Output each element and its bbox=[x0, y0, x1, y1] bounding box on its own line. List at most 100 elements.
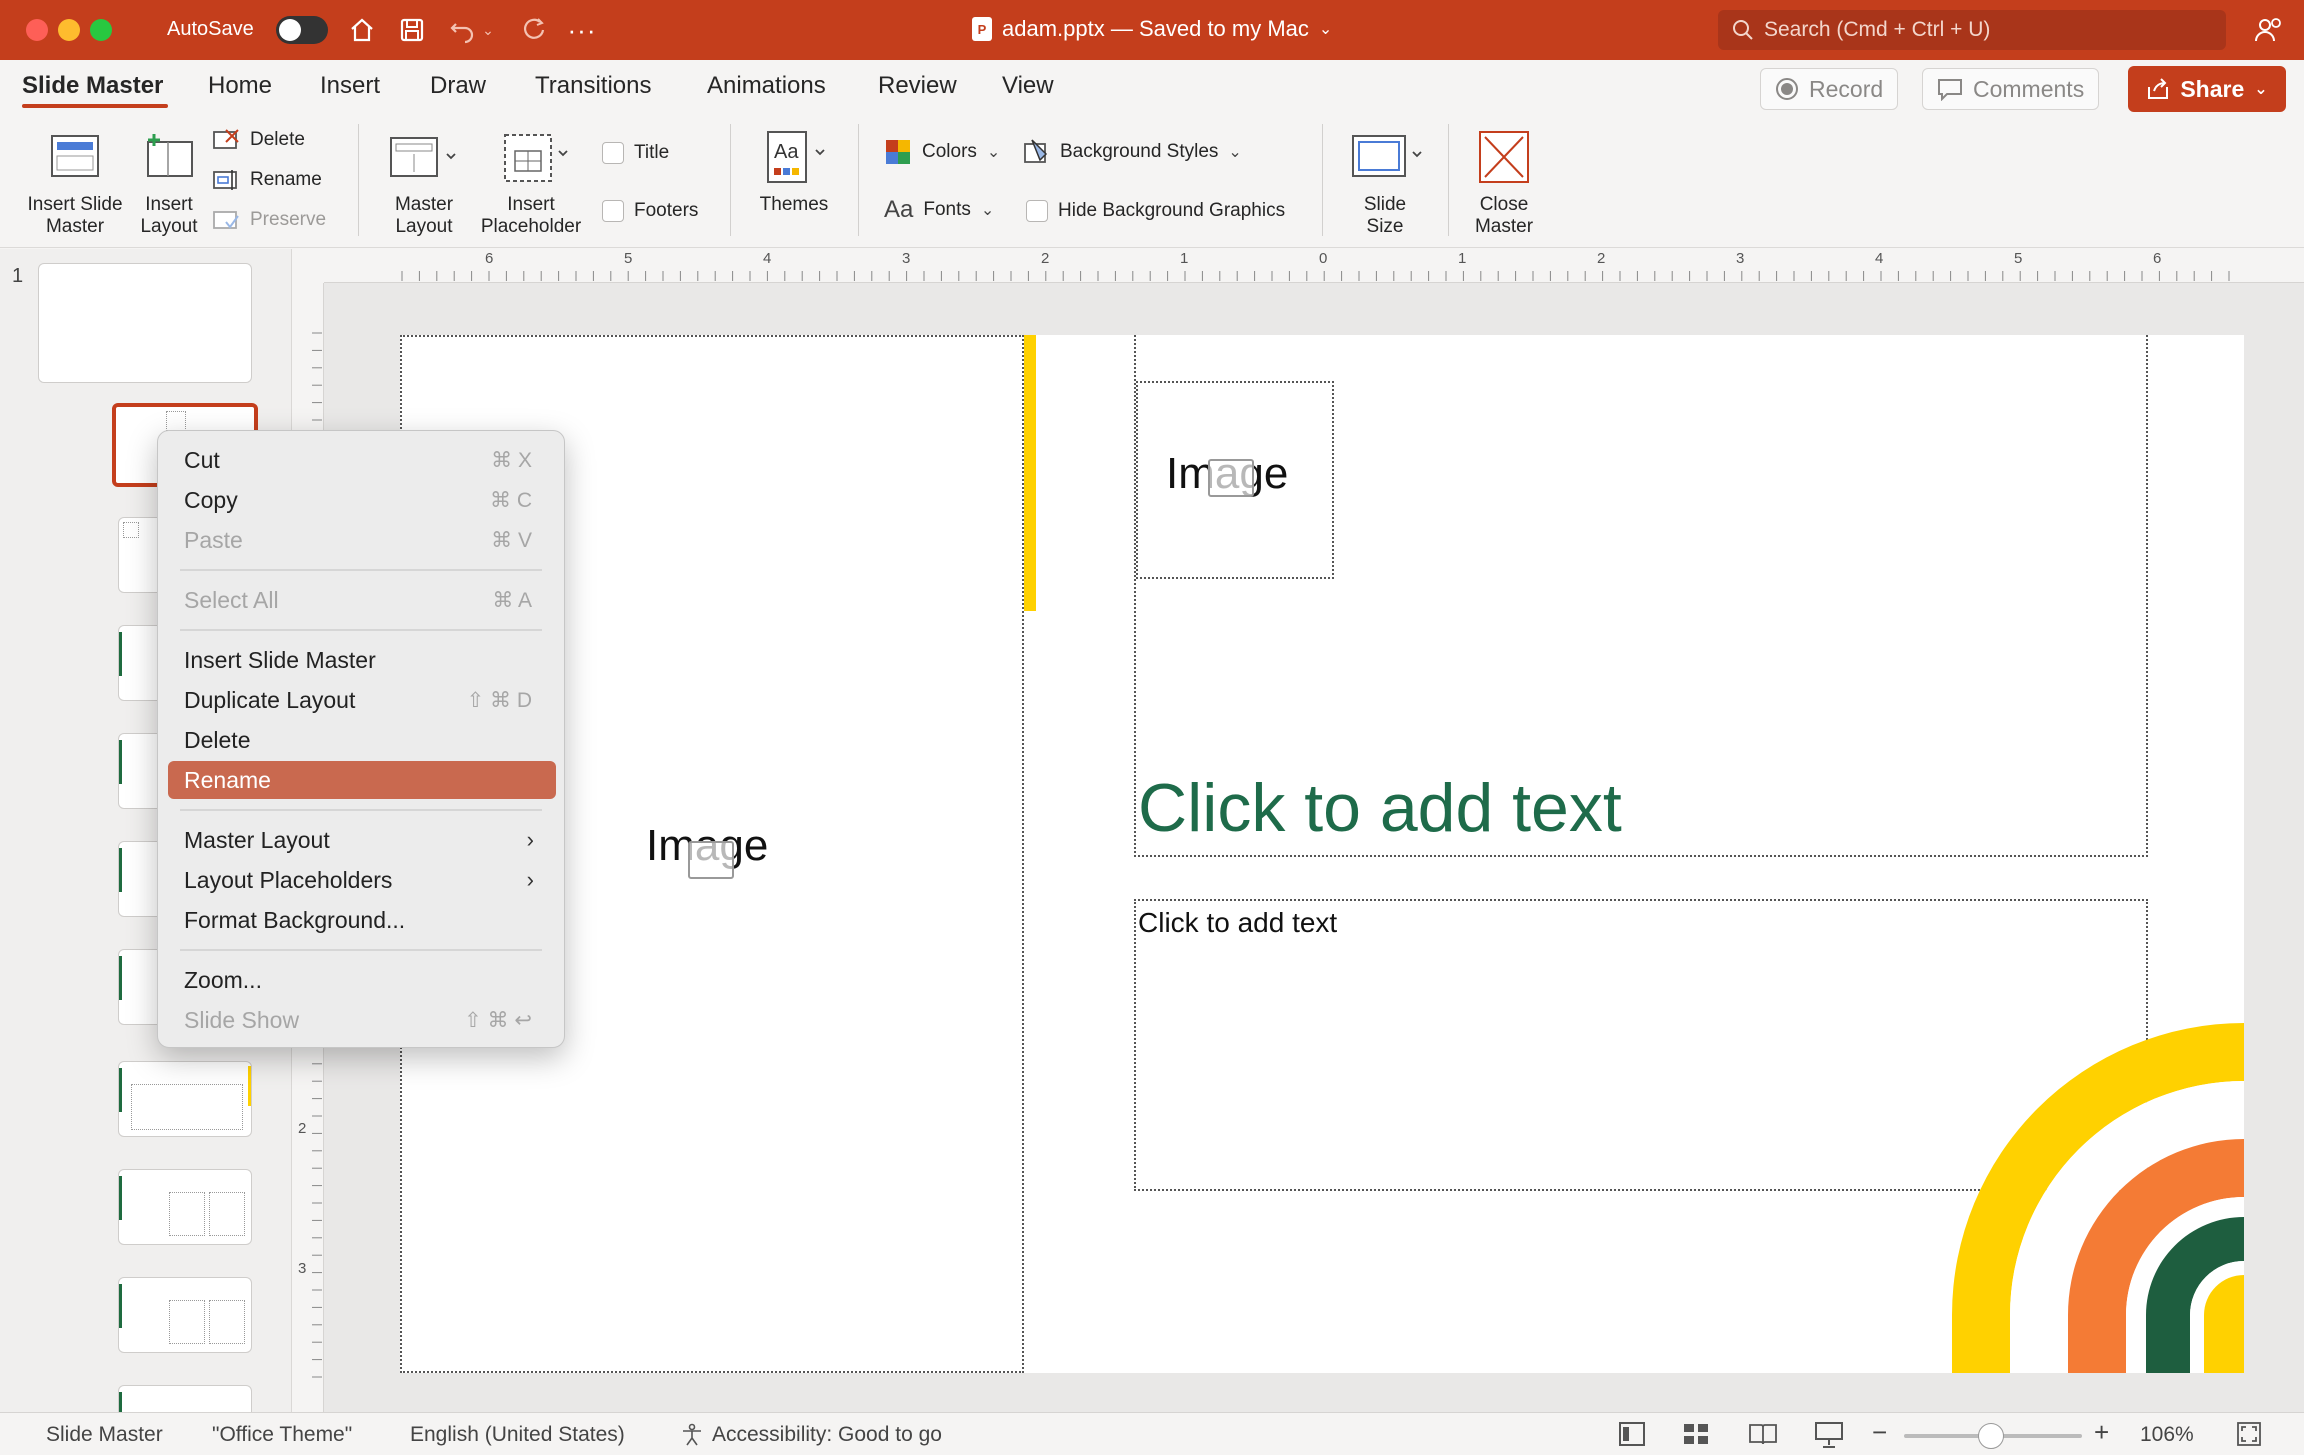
layout-thumbnail[interactable] bbox=[118, 1061, 252, 1137]
insert-layout-label-2: Layout bbox=[140, 216, 198, 237]
menu-item-zoom[interactable]: Zoom... bbox=[168, 961, 556, 999]
document-title[interactable]: P adam.pptx — Saved to my Mac ⌄ bbox=[972, 16, 1332, 42]
menu-item-label: Insert Slide Master bbox=[184, 646, 376, 673]
title-checkbox[interactable]: Title bbox=[602, 142, 669, 164]
ruler-label: 2 bbox=[1597, 250, 1605, 267]
rename-label: Rename bbox=[250, 169, 322, 190]
footers-checkbox[interactable]: Footers bbox=[602, 200, 698, 222]
slide-master-thumbnail[interactable] bbox=[38, 263, 252, 383]
hide-background-graphics-label: Hide Background Graphics bbox=[1058, 200, 1286, 221]
record-button[interactable]: Record bbox=[1760, 68, 1899, 110]
accessibility-status[interactable]: Accessibility: Good to go bbox=[680, 1423, 942, 1447]
colors-dropdown[interactable]: Colors ⌄ bbox=[884, 138, 1000, 166]
reading-view-icon[interactable] bbox=[1748, 1421, 1778, 1453]
body-placeholder-text: Click to add text bbox=[1138, 907, 1338, 938]
presenter-view-icon[interactable] bbox=[1814, 1421, 1844, 1455]
themes-button[interactable]: Aa Themes bbox=[748, 126, 840, 216]
accessibility-icon bbox=[683, 1423, 701, 1446]
slide-sorter-view-icon[interactable] bbox=[1682, 1421, 1710, 1453]
menu-separator bbox=[180, 569, 542, 571]
slide-size-icon bbox=[1343, 126, 1427, 188]
insert-slide-master-button[interactable]: Insert Slide Master bbox=[22, 126, 128, 238]
fonts-dropdown[interactable]: Aa Fonts ⌄ bbox=[884, 196, 994, 224]
tab-animations[interactable]: Animations bbox=[707, 72, 826, 100]
insert-placeholder-label-2: Placeholder bbox=[480, 216, 582, 237]
rename-button[interactable]: Rename bbox=[212, 168, 322, 192]
picture-icon bbox=[688, 841, 734, 879]
footers-checkbox-box[interactable] bbox=[602, 200, 624, 222]
redo-icon[interactable] bbox=[518, 14, 550, 46]
chevron-down-icon: ⌄ bbox=[1318, 21, 1333, 38]
menu-item-delete[interactable]: Delete bbox=[168, 721, 556, 759]
menu-item-format-background[interactable]: Format Background... bbox=[168, 901, 556, 939]
delete-button[interactable]: Delete bbox=[212, 128, 305, 152]
slide-number: 1 bbox=[12, 265, 24, 287]
window-minimize-button[interactable] bbox=[58, 19, 80, 41]
layout-thumbnail[interactable] bbox=[118, 1385, 252, 1412]
insert-layout-icon bbox=[142, 126, 196, 188]
background-styles-label: Background Styles bbox=[1060, 141, 1219, 162]
tab-view[interactable]: View bbox=[1002, 72, 1054, 100]
tab-slide-master[interactable]: Slide Master bbox=[22, 72, 163, 100]
normal-view-icon[interactable] bbox=[1618, 1421, 1646, 1453]
comment-icon bbox=[1938, 79, 1962, 101]
menu-item-copy[interactable]: Copy ⌘ C bbox=[168, 481, 556, 519]
fit-to-window-icon[interactable] bbox=[2236, 1421, 2262, 1453]
slide-layout-canvas[interactable]: Image Click to add text Image Click to a… bbox=[400, 335, 2244, 1373]
menu-item-layout-placeholders[interactable]: Layout Placeholders › bbox=[168, 861, 556, 899]
home-icon[interactable] bbox=[346, 14, 378, 46]
tab-draw[interactable]: Draw bbox=[430, 72, 486, 100]
menu-item-shortcut: ⇧ ⌘ D bbox=[466, 688, 532, 712]
menu-item-paste[interactable]: Paste ⌘ V bbox=[168, 521, 556, 559]
menu-item-master-layout[interactable]: Master Layout › bbox=[168, 821, 556, 859]
tab-home[interactable]: Home bbox=[208, 72, 272, 100]
preserve-button[interactable]: Preserve bbox=[212, 208, 326, 232]
layout-thumbnail[interactable] bbox=[118, 1169, 252, 1245]
hide-background-graphics-checkbox[interactable]: Hide Background Graphics bbox=[1026, 200, 1285, 222]
small-image-placeholder[interactable]: Image bbox=[1136, 381, 1334, 579]
save-icon[interactable] bbox=[396, 14, 428, 46]
undo-icon[interactable] bbox=[446, 14, 478, 46]
menu-item-cut[interactable]: Cut ⌘ X bbox=[168, 441, 556, 479]
zoom-in-icon[interactable]: + bbox=[2094, 1417, 2109, 1448]
comments-label: Comments bbox=[1973, 75, 2085, 102]
menu-item-slide-show[interactable]: Slide Show ⇧ ⌘ ↩ bbox=[168, 1001, 556, 1039]
slide-editing-area[interactable]: Image Click to add text Image Click to a… bbox=[324, 283, 2304, 1412]
more-icon[interactable]: ··· bbox=[566, 14, 598, 46]
menu-item-insert-slide-master[interactable]: Insert Slide Master bbox=[168, 641, 556, 679]
slide-size-label-1: Slide bbox=[1363, 194, 1407, 215]
comments-button[interactable]: Comments bbox=[1922, 68, 2100, 110]
close-master-label-2: Master bbox=[1474, 216, 1534, 237]
insert-layout-button[interactable]: Insert Layout bbox=[134, 126, 204, 238]
title-checkbox-box[interactable] bbox=[602, 142, 624, 164]
window-close-button[interactable] bbox=[26, 19, 48, 41]
background-styles-dropdown[interactable]: Background Styles ⌄ bbox=[1022, 138, 1242, 166]
menu-item-rename[interactable]: Rename bbox=[168, 761, 556, 799]
insert-placeholder-button[interactable]: Insert Placeholder bbox=[476, 126, 586, 238]
rename-icon bbox=[213, 170, 237, 190]
account-icon[interactable] bbox=[2252, 14, 2284, 46]
zoom-level[interactable]: 106% bbox=[2140, 1423, 2194, 1447]
slide-size-button[interactable]: Slide Size bbox=[1340, 126, 1430, 238]
zoom-slider-handle[interactable] bbox=[1978, 1423, 2004, 1449]
record-icon bbox=[1776, 78, 1798, 100]
menu-item-shortcut: ⌘ A bbox=[492, 588, 532, 612]
master-layout-button[interactable]: Master Layout bbox=[380, 126, 468, 238]
menu-item-duplicate-layout[interactable]: Duplicate Layout ⇧ ⌘ D bbox=[168, 681, 556, 719]
undo-dropdown-icon[interactable]: ⌄ bbox=[478, 14, 498, 46]
tab-transitions[interactable]: Transitions bbox=[535, 72, 651, 100]
search-input[interactable]: Search (Cmd + Ctrl + U) bbox=[1718, 10, 2226, 50]
autosave-toggle[interactable] bbox=[276, 16, 328, 44]
status-language[interactable]: English (United States) bbox=[410, 1423, 625, 1447]
close-master-icon bbox=[1477, 126, 1531, 188]
tab-insert[interactable]: Insert bbox=[320, 72, 380, 100]
close-master-button[interactable]: Close Master bbox=[1464, 126, 1544, 238]
zoom-out-icon[interactable]: − bbox=[1872, 1417, 1887, 1448]
menu-item-select-all[interactable]: Select All ⌘ A bbox=[168, 581, 556, 619]
layout-thumbnail[interactable] bbox=[118, 1277, 252, 1353]
window-maximize-button[interactable] bbox=[90, 19, 112, 41]
share-button[interactable]: Share ⌄ bbox=[2128, 66, 2286, 112]
tab-review[interactable]: Review bbox=[878, 72, 957, 100]
hide-background-graphics-box[interactable] bbox=[1026, 200, 1048, 222]
insert-placeholder-label-1: Insert bbox=[507, 194, 555, 215]
